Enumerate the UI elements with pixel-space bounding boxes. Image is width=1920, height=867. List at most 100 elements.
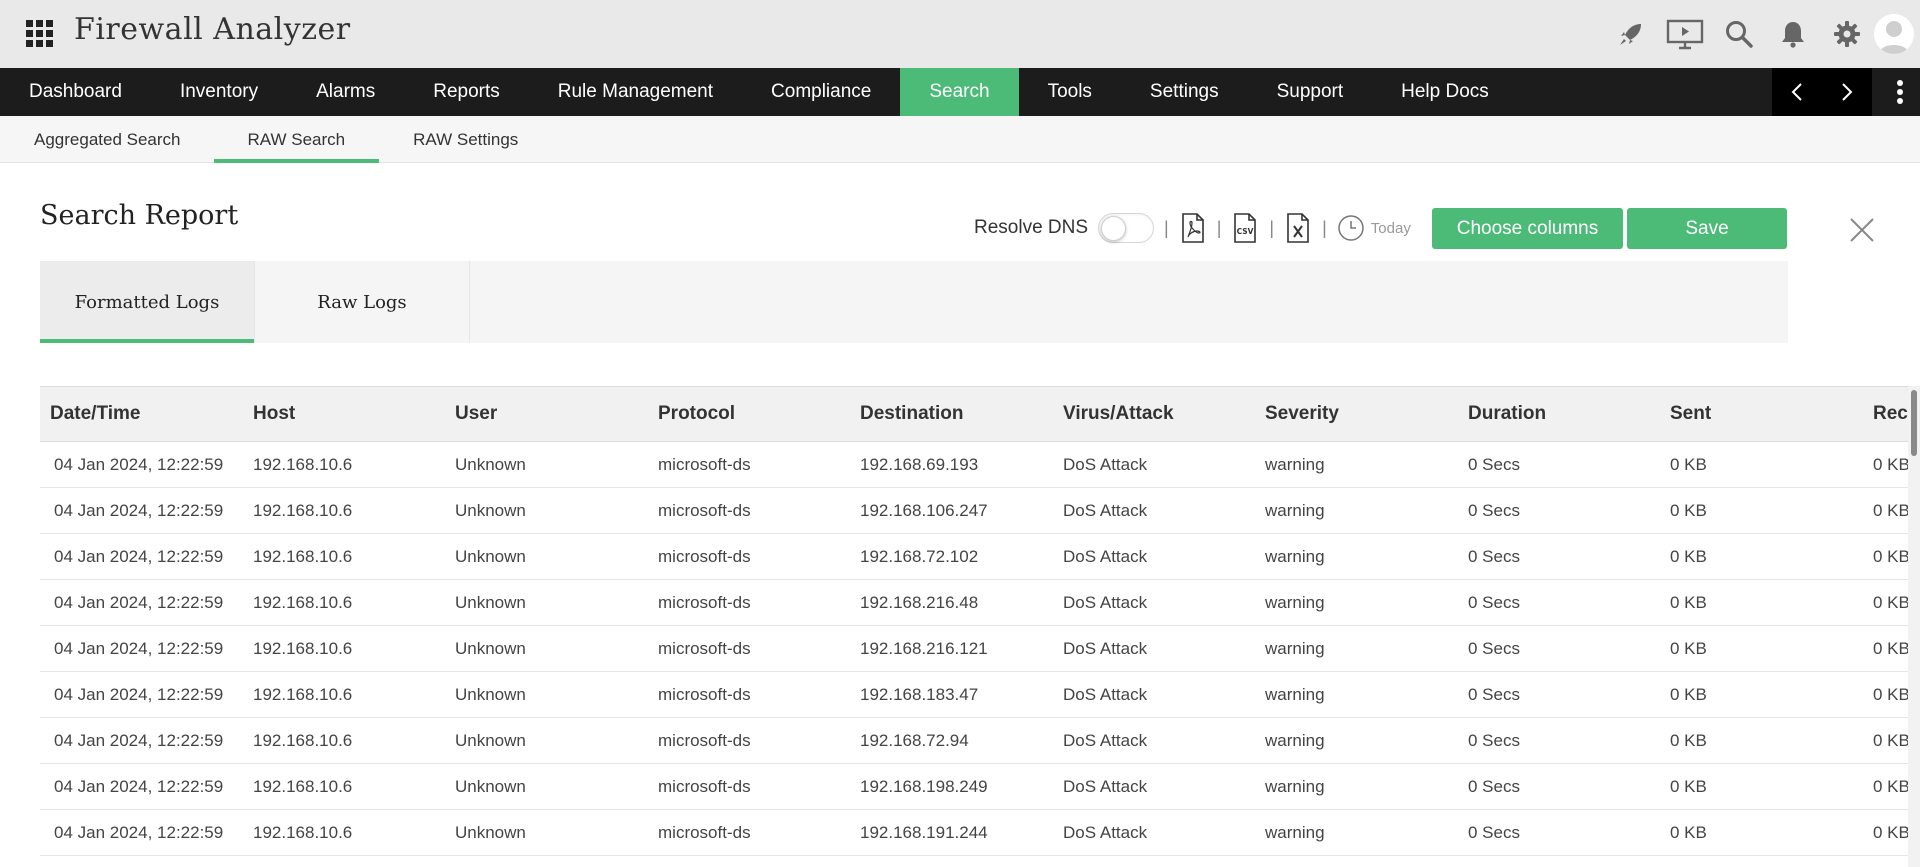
search-icon[interactable] bbox=[1712, 0, 1766, 68]
table-row[interactable]: 04 Jan 2024, 12:22:59 192.168.10.6 Unknown… bbox=[40, 487, 1910, 534]
subtab-raw-search[interactable]: RAW Search bbox=[213, 116, 380, 163]
nav-settings[interactable]: Settings bbox=[1121, 68, 1248, 116]
cell-duration: 0 Secs bbox=[1458, 625, 1660, 672]
subtab-raw-settings[interactable]: RAW Settings bbox=[379, 116, 552, 163]
cell-user: Unknown bbox=[445, 533, 648, 580]
more-vertical-icon[interactable] bbox=[1880, 68, 1920, 116]
separator: | bbox=[1269, 217, 1275, 238]
cell-user: Unknown bbox=[445, 441, 648, 488]
cell-destination: 192.168.216.121 bbox=[850, 625, 1053, 672]
app-title: Firewall Analyzer bbox=[74, 12, 351, 47]
excel-export-icon[interactable] bbox=[1284, 212, 1312, 244]
cell-protocol: microsoft-ds bbox=[648, 487, 850, 534]
user-avatar-icon[interactable] bbox=[1874, 14, 1914, 54]
table-row[interactable]: 04 Jan 2024, 12:22:59 192.168.10.6 Unknown… bbox=[40, 579, 1910, 626]
cell-severity: warning bbox=[1255, 809, 1458, 856]
column-header-host[interactable]: Host bbox=[243, 386, 445, 442]
table-row[interactable]: 04 Jan 2024, 12:22:59 192.168.10.6 Unknown… bbox=[40, 809, 1910, 856]
cell-host: 192.168.10.6 bbox=[243, 487, 445, 534]
rocket-icon[interactable] bbox=[1604, 0, 1658, 68]
cell-virus-attack: DoS Attack bbox=[1053, 533, 1255, 580]
close-icon[interactable] bbox=[1846, 214, 1878, 246]
nav-rule-management[interactable]: Rule Management bbox=[529, 68, 742, 116]
cell-date-time: 04 Jan 2024, 12:22:59 bbox=[40, 717, 243, 764]
scrollbar-thumb[interactable] bbox=[1911, 390, 1917, 456]
period-selector[interactable]: Today bbox=[1337, 214, 1411, 242]
nav-compliance[interactable]: Compliance bbox=[742, 68, 900, 116]
csv-export-icon[interactable]: CSV bbox=[1231, 212, 1259, 244]
cell-severity: warning bbox=[1255, 487, 1458, 534]
logs-table: Date/Time Host User Protocol Destination Viru… bbox=[40, 386, 1910, 856]
nav-help-docs[interactable]: Help Docs bbox=[1372, 68, 1518, 116]
tab-raw-logs[interactable]: Raw Logs bbox=[255, 261, 470, 343]
cell-virus-attack: DoS Attack bbox=[1053, 763, 1255, 810]
chevron-right-icon[interactable] bbox=[1822, 68, 1872, 116]
cell-duration: 0 Secs bbox=[1458, 441, 1660, 488]
cell-date-time: 04 Jan 2024, 12:22:59 bbox=[40, 441, 243, 488]
table-scrollbar[interactable] bbox=[1908, 386, 1920, 867]
cell-sent: 0 KB bbox=[1660, 671, 1863, 718]
cell-host: 192.168.10.6 bbox=[243, 441, 445, 488]
cell-duration: 0 Secs bbox=[1458, 487, 1660, 534]
table-row[interactable]: 04 Jan 2024, 12:22:59 192.168.10.6 Unknown… bbox=[40, 671, 1910, 718]
nav-alarms[interactable]: Alarms bbox=[287, 68, 404, 116]
cell-sent: 0 KB bbox=[1660, 717, 1863, 764]
cell-received: 0 KB bbox=[1863, 487, 1910, 534]
table-row[interactable]: 04 Jan 2024, 12:22:59 192.168.10.6 Unknown… bbox=[40, 763, 1910, 810]
choose-columns-button[interactable]: Choose columns bbox=[1432, 208, 1623, 249]
nav-tools[interactable]: Tools bbox=[1019, 68, 1121, 116]
cell-received: 0 KB bbox=[1863, 533, 1910, 580]
nav-reports[interactable]: Reports bbox=[404, 68, 529, 116]
cell-received: 0 KB bbox=[1863, 717, 1910, 764]
nav-support[interactable]: Support bbox=[1248, 68, 1373, 116]
cell-received: 0 KB bbox=[1863, 625, 1910, 672]
cell-protocol: microsoft-ds bbox=[648, 533, 850, 580]
column-header-protocol[interactable]: Protocol bbox=[648, 386, 850, 442]
nav-search[interactable]: Search bbox=[900, 68, 1019, 116]
cell-destination: 192.168.69.193 bbox=[850, 441, 1053, 488]
table-header-row: Date/Time Host User Protocol Destination Viru… bbox=[40, 386, 1910, 442]
column-header-destination[interactable]: Destination bbox=[850, 386, 1053, 442]
nav-dashboard[interactable]: Dashboard bbox=[0, 68, 151, 116]
logs-table-container: Date/Time Host User Protocol Destination Viru… bbox=[40, 386, 1910, 867]
column-header-severity[interactable]: Severity bbox=[1255, 386, 1458, 442]
cell-destination: 192.168.191.244 bbox=[850, 809, 1053, 856]
cell-host: 192.168.10.6 bbox=[243, 809, 445, 856]
nav-scroll-arrows bbox=[1772, 68, 1872, 116]
table-row[interactable]: 04 Jan 2024, 12:22:59 192.168.10.6 Unknown… bbox=[40, 533, 1910, 580]
chevron-left-icon[interactable] bbox=[1772, 68, 1822, 116]
cell-duration: 0 Secs bbox=[1458, 717, 1660, 764]
cell-virus-attack: DoS Attack bbox=[1053, 487, 1255, 534]
subtab-aggregated-search[interactable]: Aggregated Search bbox=[34, 116, 181, 163]
bell-icon[interactable] bbox=[1766, 0, 1820, 68]
nav-inventory[interactable]: Inventory bbox=[151, 68, 287, 116]
pdf-export-icon[interactable] bbox=[1179, 212, 1207, 244]
cell-severity: warning bbox=[1255, 533, 1458, 580]
column-header-date-time[interactable]: Date/Time bbox=[40, 386, 243, 442]
cell-virus-attack: DoS Attack bbox=[1053, 441, 1255, 488]
cell-host: 192.168.10.6 bbox=[243, 533, 445, 580]
resolve-dns-toggle[interactable] bbox=[1098, 213, 1155, 243]
tab-formatted-logs[interactable]: Formatted Logs bbox=[40, 261, 255, 343]
cell-host: 192.168.10.6 bbox=[243, 717, 445, 764]
cell-sent: 0 KB bbox=[1660, 763, 1863, 810]
column-header-sent[interactable]: Sent bbox=[1660, 386, 1863, 442]
apps-grid-icon[interactable] bbox=[26, 20, 53, 47]
table-row[interactable]: 04 Jan 2024, 12:22:59 192.168.10.6 Unknown… bbox=[40, 441, 1910, 488]
save-button[interactable]: Save bbox=[1627, 208, 1787, 249]
column-header-received[interactable]: Rec bbox=[1863, 386, 1910, 442]
cell-destination: 192.168.216.48 bbox=[850, 579, 1053, 626]
cell-host: 192.168.10.6 bbox=[243, 579, 445, 626]
cell-virus-attack: DoS Attack bbox=[1053, 717, 1255, 764]
table-row[interactable]: 04 Jan 2024, 12:22:59 192.168.10.6 Unknown… bbox=[40, 625, 1910, 672]
cell-duration: 0 Secs bbox=[1458, 763, 1660, 810]
column-header-user[interactable]: User bbox=[445, 386, 648, 442]
column-header-virus-attack[interactable]: Virus/Attack bbox=[1053, 386, 1255, 442]
report-toolbar: Resolve DNS | | CSV | | Today bbox=[974, 208, 1411, 248]
table-row[interactable]: 04 Jan 2024, 12:22:59 192.168.10.6 Unknown… bbox=[40, 717, 1910, 764]
cell-user: Unknown bbox=[445, 625, 648, 672]
presentation-icon[interactable] bbox=[1658, 0, 1712, 68]
gear-icon[interactable] bbox=[1820, 0, 1874, 68]
cell-sent: 0 KB bbox=[1660, 533, 1863, 580]
column-header-duration[interactable]: Duration bbox=[1458, 386, 1660, 442]
